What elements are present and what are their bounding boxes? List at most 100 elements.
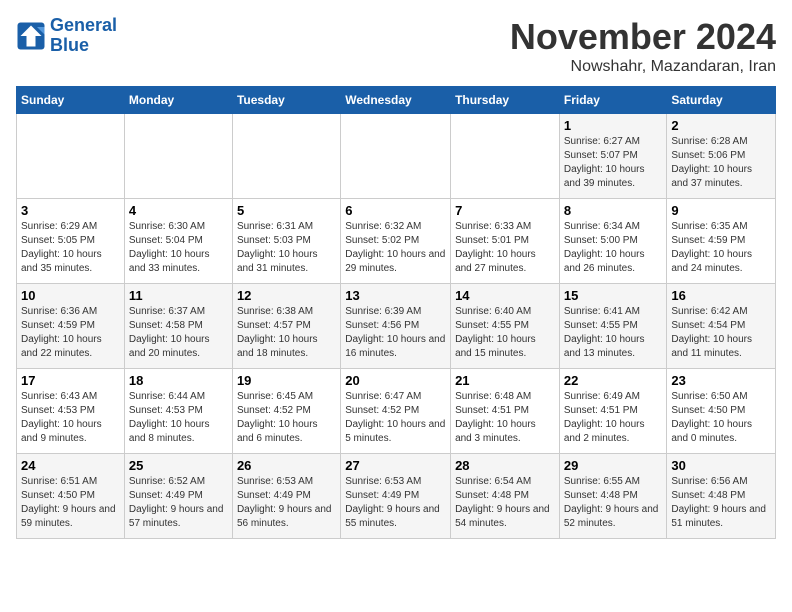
day-info: Sunrise: 6:55 AM Sunset: 4:48 PM Dayligh… xyxy=(564,475,663,531)
day-cell xyxy=(232,114,340,199)
day-info: Sunrise: 6:28 AM Sunset: 5:06 PM Dayligh… xyxy=(671,135,771,191)
logo-line1: General xyxy=(50,16,117,36)
day-number: 7 xyxy=(455,203,555,218)
day-info: Sunrise: 6:33 AM Sunset: 5:01 PM Dayligh… xyxy=(455,220,555,276)
day-cell: 21 Sunrise: 6:48 AM Sunset: 4:51 PM Dayli… xyxy=(451,369,560,454)
day-info: Sunrise: 6:53 AM Sunset: 4:49 PM Dayligh… xyxy=(345,475,446,531)
header-monday: Monday xyxy=(124,87,232,114)
week-row-1: 1 Sunrise: 6:27 AM Sunset: 5:07 PM Daylig… xyxy=(17,114,776,199)
day-cell: 8Sunrise: 6:34 AM Sunset: 5:00 PM Daylig… xyxy=(559,199,667,284)
day-cell: 6Sunrise: 6:32 AM Sunset: 5:02 PM Daylig… xyxy=(341,199,451,284)
day-number: 16 xyxy=(671,288,771,303)
day-info: Sunrise: 6:54 AM Sunset: 4:48 PM Dayligh… xyxy=(455,475,555,531)
logo: General Blue xyxy=(16,16,117,56)
day-number: 14 xyxy=(455,288,555,303)
day-info: Sunrise: 6:35 AM Sunset: 4:59 PM Dayligh… xyxy=(671,220,771,276)
day-cell: 12 Sunrise: 6:38 AM Sunset: 4:57 PM Dayli… xyxy=(232,284,340,369)
day-number: 29 xyxy=(564,458,663,473)
header-wednesday: Wednesday xyxy=(341,87,451,114)
day-cell: 24Sunrise: 6:51 AM Sunset: 4:50 PM Dayli… xyxy=(17,454,125,539)
day-cell: 16 Sunrise: 6:42 AM Sunset: 4:54 PM Dayli… xyxy=(667,284,776,369)
day-number: 17 xyxy=(21,373,120,388)
day-number: 3 xyxy=(21,203,120,218)
day-number: 10 xyxy=(21,288,120,303)
day-info: Sunrise: 6:52 AM Sunset: 4:49 PM Dayligh… xyxy=(129,475,228,531)
day-cell: 23Sunrise: 6:50 AM Sunset: 4:50 PM Dayli… xyxy=(667,369,776,454)
day-cell: 25Sunrise: 6:52 AM Sunset: 4:49 PM Dayli… xyxy=(124,454,232,539)
day-info: Sunrise: 6:36 AM Sunset: 4:59 PM Dayligh… xyxy=(21,305,120,361)
day-number: 6 xyxy=(345,203,446,218)
day-number: 9 xyxy=(671,203,771,218)
week-row-2: 3 Sunrise: 6:29 AM Sunset: 5:05 PM Daylig… xyxy=(17,199,776,284)
day-cell: 22Sunrise: 6:49 AM Sunset: 4:51 PM Dayli… xyxy=(559,369,667,454)
calendar-table: SundayMondayTuesdayWednesdayThursdayFrid… xyxy=(16,86,776,539)
day-number: 15 xyxy=(564,288,663,303)
day-cell xyxy=(17,114,125,199)
day-cell: 10 Sunrise: 6:36 AM Sunset: 4:59 PM Dayli… xyxy=(17,284,125,369)
day-cell: 14 Sunrise: 6:40 AM Sunset: 4:55 PM Dayli… xyxy=(451,284,560,369)
day-info: Sunrise: 6:49 AM Sunset: 4:51 PM Dayligh… xyxy=(564,390,663,446)
day-info: Sunrise: 6:47 AM Sunset: 4:52 PM Dayligh… xyxy=(345,390,446,446)
header: General Blue November 2024 Nowshahr, Maz… xyxy=(16,16,776,76)
day-info: Sunrise: 6:40 AM Sunset: 4:55 PM Dayligh… xyxy=(455,305,555,361)
day-cell: 19 Sunrise: 6:45 AM Sunset: 4:52 PM Dayli… xyxy=(232,369,340,454)
header-friday: Friday xyxy=(559,87,667,114)
week-row-4: 17 Sunrise: 6:43 AM Sunset: 4:53 PM Dayli… xyxy=(17,369,776,454)
day-number: 21 xyxy=(455,373,555,388)
day-number: 18 xyxy=(129,373,228,388)
day-number: 13 xyxy=(345,288,446,303)
day-cell: 15 Sunrise: 6:41 AM Sunset: 4:55 PM Dayli… xyxy=(559,284,667,369)
day-info: Sunrise: 6:53 AM Sunset: 4:49 PM Dayligh… xyxy=(237,475,336,531)
day-cell: 28 Sunrise: 6:54 AM Sunset: 4:48 PM Dayli… xyxy=(451,454,560,539)
day-number: 27 xyxy=(345,458,446,473)
day-info: Sunrise: 6:38 AM Sunset: 4:57 PM Dayligh… xyxy=(237,305,336,361)
day-info: Sunrise: 6:41 AM Sunset: 4:55 PM Dayligh… xyxy=(564,305,663,361)
day-cell: 1 Sunrise: 6:27 AM Sunset: 5:07 PM Daylig… xyxy=(559,114,667,199)
location-subtitle: Nowshahr, Mazandaran, Iran xyxy=(510,58,776,76)
day-info: Sunrise: 6:56 AM Sunset: 4:48 PM Dayligh… xyxy=(671,475,771,531)
day-number: 12 xyxy=(237,288,336,303)
day-cell: 11 Sunrise: 6:37 AM Sunset: 4:58 PM Dayli… xyxy=(124,284,232,369)
day-cell xyxy=(124,114,232,199)
logo-icon xyxy=(16,21,46,51)
day-cell: 18Sunrise: 6:44 AM Sunset: 4:53 PM Dayli… xyxy=(124,369,232,454)
day-number: 5 xyxy=(237,203,336,218)
day-info: Sunrise: 6:31 AM Sunset: 5:03 PM Dayligh… xyxy=(237,220,336,276)
title-area: November 2024 Nowshahr, Mazandaran, Iran xyxy=(510,16,776,76)
day-cell: 29 Sunrise: 6:55 AM Sunset: 4:48 PM Dayli… xyxy=(559,454,667,539)
day-number: 11 xyxy=(129,288,228,303)
day-cell: 2 Sunrise: 6:28 AM Sunset: 5:06 PM Daylig… xyxy=(667,114,776,199)
day-cell: 26 Sunrise: 6:53 AM Sunset: 4:49 PM Dayli… xyxy=(232,454,340,539)
logo-line2: Blue xyxy=(50,36,117,56)
day-cell: 4Sunrise: 6:30 AM Sunset: 5:04 PM Daylig… xyxy=(124,199,232,284)
day-cell: 17 Sunrise: 6:43 AM Sunset: 4:53 PM Dayli… xyxy=(17,369,125,454)
day-cell: 3 Sunrise: 6:29 AM Sunset: 5:05 PM Daylig… xyxy=(17,199,125,284)
calendar-header-row: SundayMondayTuesdayWednesdayThursdayFrid… xyxy=(17,87,776,114)
day-number: 19 xyxy=(237,373,336,388)
day-info: Sunrise: 6:27 AM Sunset: 5:07 PM Dayligh… xyxy=(564,135,663,191)
day-number: 2 xyxy=(671,118,771,133)
header-sunday: Sunday xyxy=(17,87,125,114)
header-tuesday: Tuesday xyxy=(232,87,340,114)
day-info: Sunrise: 6:29 AM Sunset: 5:05 PM Dayligh… xyxy=(21,220,120,276)
day-number: 20 xyxy=(345,373,446,388)
day-number: 30 xyxy=(671,458,771,473)
day-number: 23 xyxy=(671,373,771,388)
week-row-3: 10 Sunrise: 6:36 AM Sunset: 4:59 PM Dayli… xyxy=(17,284,776,369)
day-info: Sunrise: 6:48 AM Sunset: 4:51 PM Dayligh… xyxy=(455,390,555,446)
day-number: 1 xyxy=(564,118,663,133)
day-info: Sunrise: 6:34 AM Sunset: 5:00 PM Dayligh… xyxy=(564,220,663,276)
week-row-5: 24Sunrise: 6:51 AM Sunset: 4:50 PM Dayli… xyxy=(17,454,776,539)
day-cell: 27 Sunrise: 6:53 AM Sunset: 4:49 PM Dayli… xyxy=(341,454,451,539)
day-number: 28 xyxy=(455,458,555,473)
day-info: Sunrise: 6:42 AM Sunset: 4:54 PM Dayligh… xyxy=(671,305,771,361)
day-cell: 5 Sunrise: 6:31 AM Sunset: 5:03 PM Daylig… xyxy=(232,199,340,284)
day-info: Sunrise: 6:37 AM Sunset: 4:58 PM Dayligh… xyxy=(129,305,228,361)
day-cell xyxy=(341,114,451,199)
day-cell: 9 Sunrise: 6:35 AM Sunset: 4:59 PM Daylig… xyxy=(667,199,776,284)
month-title: November 2024 xyxy=(510,16,776,58)
day-number: 26 xyxy=(237,458,336,473)
day-info: Sunrise: 6:43 AM Sunset: 4:53 PM Dayligh… xyxy=(21,390,120,446)
day-cell: 20 Sunrise: 6:47 AM Sunset: 4:52 PM Dayli… xyxy=(341,369,451,454)
day-info: Sunrise: 6:45 AM Sunset: 4:52 PM Dayligh… xyxy=(237,390,336,446)
